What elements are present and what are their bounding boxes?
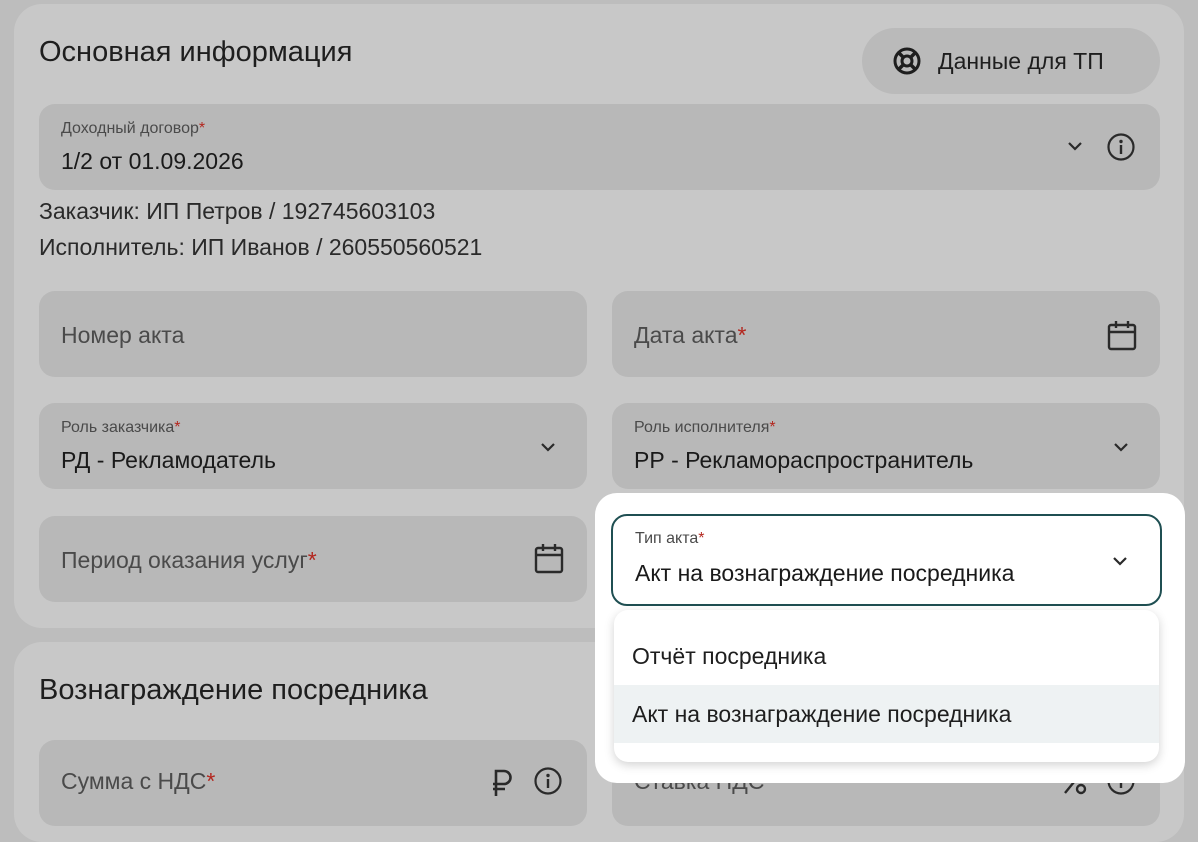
executor-info: Исполнитель: ИП Иванов / 260550560521: [39, 234, 483, 260]
act-type-option-report[interactable]: Отчёт посредника: [614, 627, 1159, 685]
customer-role-label: Роль заказчика*: [61, 419, 181, 436]
customer-role-select[interactable]: Роль заказчика* РД - Рекламодатель: [39, 403, 587, 489]
chevron-down-icon[interactable]: [1111, 552, 1129, 570]
calendar-icon[interactable]: [533, 542, 565, 574]
lifebuoy-icon: [893, 47, 921, 75]
act-number-placeholder: Номер акта: [61, 322, 185, 348]
act-type-dropdown-menu: Отчёт посредника Акт на вознаграждение п…: [614, 610, 1159, 762]
act-type-value: Акт на вознаграждение посредника: [635, 560, 1015, 586]
chevron-down-icon[interactable]: [1112, 438, 1130, 456]
info-icon[interactable]: [1106, 132, 1136, 162]
act-date-input[interactable]: Дата акта*: [612, 291, 1160, 377]
customer-role-value: РД - Рекламодатель: [61, 447, 276, 473]
executor-role-select[interactable]: Роль исполнителя* РР - Рекламораспростра…: [612, 403, 1160, 489]
act-type-select[interactable]: Тип акта* Акт на вознаграждение посредни…: [611, 514, 1162, 606]
income-contract-select[interactable]: Доходный договор* 1/2 от 01.09.2026: [39, 104, 1160, 190]
service-period-input[interactable]: Период оказания услуг*: [39, 516, 587, 602]
support-data-button[interactable]: Данные для ТП: [862, 28, 1160, 94]
act-number-input[interactable]: Номер акта: [39, 291, 587, 377]
info-icon[interactable]: [533, 766, 563, 796]
calendar-icon[interactable]: [1106, 319, 1138, 351]
section-title-intermediary-reward: Вознаграждение посредника: [39, 674, 428, 706]
service-period-placeholder: Период оказания услуг*: [61, 547, 317, 573]
amount-with-vat-placeholder: Сумма с НДС*: [61, 768, 216, 794]
customer-info: Заказчик: ИП Петров / 192745603103: [39, 198, 436, 224]
section-title-main-info: Основная информация: [39, 36, 353, 68]
chevron-down-icon[interactable]: [539, 438, 557, 456]
act-type-option-reward-act[interactable]: Акт на вознаграждение посредника: [614, 685, 1159, 743]
act-date-placeholder: Дата акта*: [634, 322, 747, 348]
act-type-label: Тип акта*: [635, 530, 705, 547]
support-data-button-label: Данные для ТП: [938, 47, 1104, 74]
chevron-down-icon[interactable]: [1066, 137, 1084, 155]
executor-role-label: Роль исполнителя*: [634, 419, 776, 436]
ruble-icon: [493, 769, 512, 796]
amount-with-vat-input[interactable]: Сумма с НДС*: [39, 740, 587, 826]
executor-role-value: РР - Рекламораспространитель: [634, 447, 974, 473]
income-contract-value: 1/2 от 01.09.2026: [61, 148, 244, 174]
income-contract-label: Доходный договор*: [61, 120, 206, 137]
